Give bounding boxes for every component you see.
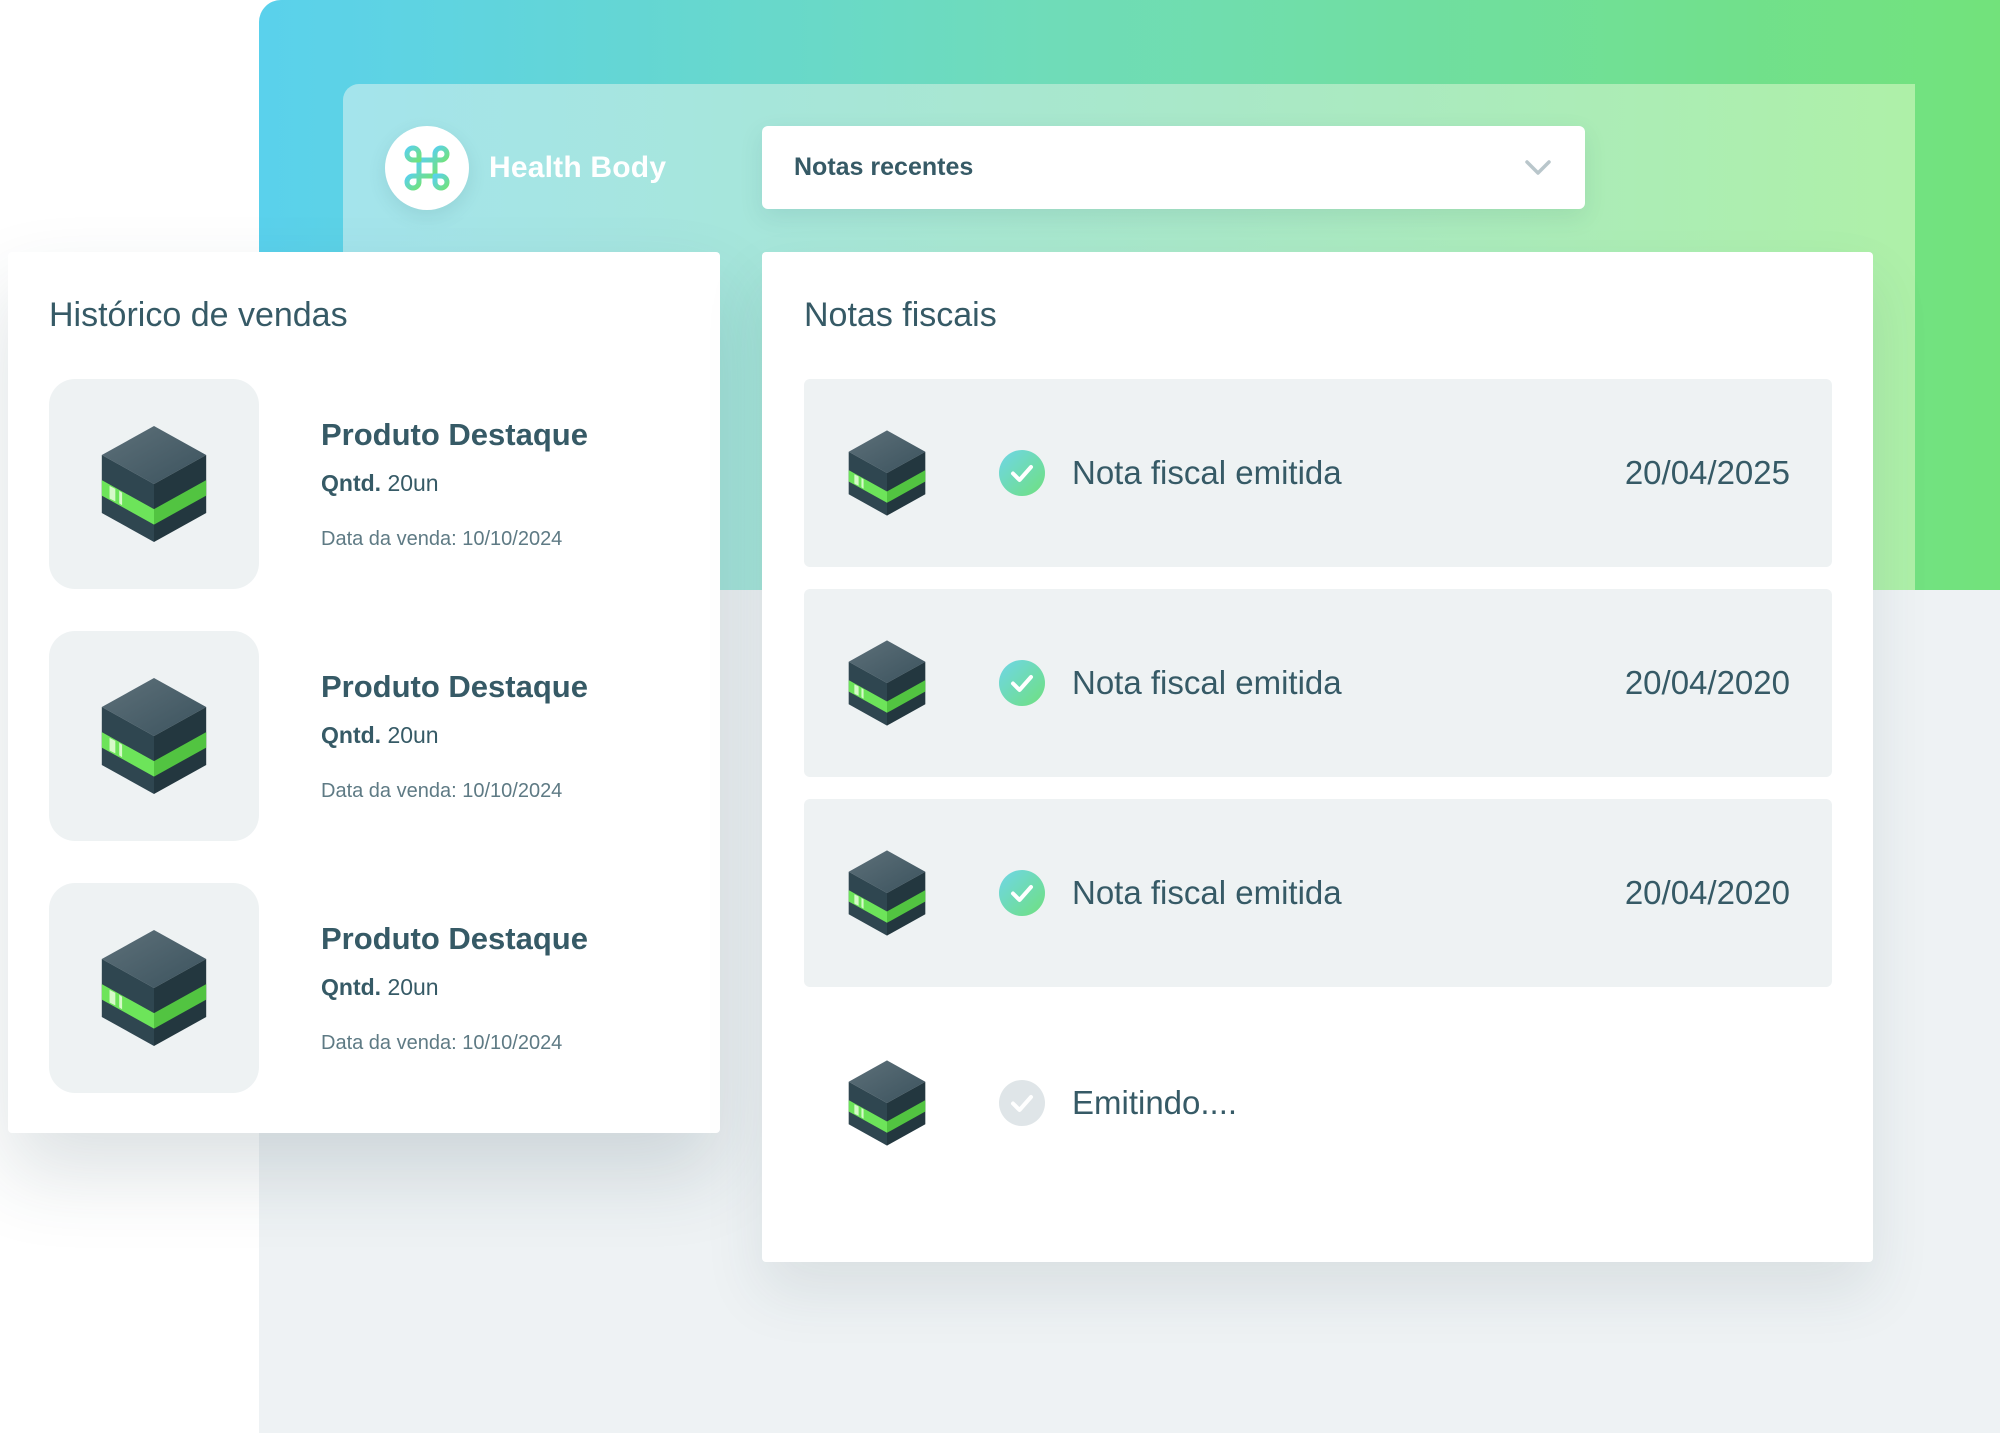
quantity-label: Qntd. (321, 470, 382, 496)
check-circle-icon (999, 450, 1045, 496)
product-cube-icon (96, 926, 212, 1050)
dropdown-selected-value: Notas recentes (794, 153, 974, 181)
product-quantity: Qntd. 20un (321, 470, 439, 497)
chevron-down-icon (1523, 153, 1553, 183)
sale-item[interactable]: Produto Destaque Qntd. 20un Data da vend… (49, 379, 689, 589)
product-cube-icon (844, 639, 930, 727)
check-circle-icon (999, 1080, 1045, 1126)
quantity-label: Qntd. (321, 974, 382, 1000)
sales-history-title: Histórico de vendas (49, 296, 348, 334)
quantity-value: 20un (387, 974, 439, 1000)
invoice-status-text: Nota fiscal emitida (1072, 454, 1342, 491)
product-cube-icon (844, 1059, 930, 1147)
check-circle-icon (999, 660, 1045, 706)
sale-item[interactable]: Produto Destaque Qntd. 20un Data da vend… (49, 631, 689, 841)
sale-date: Data da venda: 10/10/2024 (321, 1032, 563, 1054)
product-cube-icon (844, 849, 930, 937)
invoice-row[interactable]: Nota fiscal emitida 20/04/2025 (804, 379, 1832, 567)
product-name: Produto Destaque (321, 417, 588, 452)
product-thumbnail (49, 631, 259, 841)
product-cube-icon (96, 422, 212, 546)
product-cube-icon (844, 429, 930, 517)
recent-notes-dropdown[interactable]: Notas recentes (762, 126, 1585, 209)
sale-item[interactable]: Produto Destaque Qntd. 20un Data da vend… (49, 883, 689, 1093)
sales-history-card: Histórico de vendas Produto Destaque Qnt… (8, 252, 720, 1133)
app-logo[interactable] (385, 126, 469, 210)
invoice-status-text: Nota fiscal emitida (1072, 874, 1342, 911)
invoice-status-text: Nota fiscal emitida (1072, 664, 1342, 701)
product-name: Produto Destaque (321, 921, 588, 956)
sale-date: Data da venda: 10/10/2024 (321, 780, 563, 802)
invoices-card: Notas fiscais Nota fiscal emitida 20/04/… (762, 252, 1873, 1262)
sale-date: Data da venda: 10/10/2024 (321, 528, 563, 550)
invoice-date: 20/04/2020 (1624, 874, 1790, 911)
app-name: Health Body (489, 151, 667, 184)
product-thumbnail (49, 883, 259, 1093)
product-quantity: Qntd. 20un (321, 722, 439, 749)
invoice-row[interactable]: Nota fiscal emitida 20/04/2020 (804, 589, 1832, 777)
quantity-label: Qntd. (321, 722, 382, 748)
product-thumbnail (49, 379, 259, 589)
invoice-date: 20/04/2025 (1624, 454, 1790, 491)
invoice-row-pending[interactable]: Emitindo.... (804, 1009, 1832, 1197)
product-quantity: Qntd. 20un (321, 974, 439, 1001)
check-circle-icon (999, 870, 1045, 916)
product-cube-icon (96, 674, 212, 798)
product-name: Produto Destaque (321, 669, 588, 704)
command-icon (404, 145, 450, 191)
invoice-row[interactable]: Nota fiscal emitida 20/04/2020 (804, 799, 1832, 987)
invoice-status-text: Emitindo.... (1072, 1084, 1238, 1121)
invoices-title: Notas fiscais (804, 296, 997, 334)
invoice-date: 20/04/2020 (1624, 664, 1790, 701)
quantity-value: 20un (387, 470, 439, 496)
quantity-value: 20un (387, 722, 439, 748)
